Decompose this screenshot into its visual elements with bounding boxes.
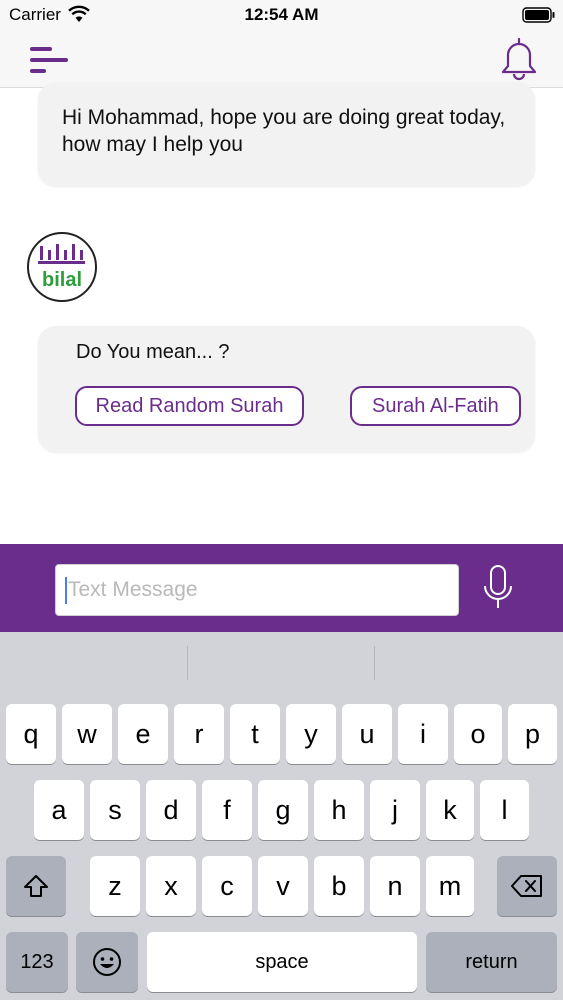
key-s[interactable]: s bbox=[90, 780, 140, 840]
key-z[interactable]: z bbox=[90, 856, 140, 916]
navigation-bar bbox=[0, 32, 563, 88]
key-a[interactable]: a bbox=[34, 780, 84, 840]
chat-area[interactable]: Hi Mohammad, hope you are doing great to… bbox=[0, 82, 563, 544]
key-b[interactable]: b bbox=[314, 856, 364, 916]
menu-button[interactable] bbox=[28, 40, 72, 80]
keyboard: q w e r t y u i o p a s d f g h j k l z … bbox=[0, 632, 563, 1000]
key-q[interactable]: q bbox=[6, 704, 56, 764]
key-c[interactable]: c bbox=[202, 856, 252, 916]
message-field[interactable] bbox=[55, 564, 459, 616]
bot-message-bubble: Hi Mohammad, hope you are doing great to… bbox=[38, 82, 535, 186]
predictive-bar bbox=[0, 632, 563, 696]
key-v[interactable]: v bbox=[258, 856, 308, 916]
microphone-button[interactable] bbox=[480, 562, 516, 616]
return-key[interactable]: return bbox=[426, 932, 557, 992]
bot-avatar: bilal bbox=[27, 232, 97, 302]
notifications-button[interactable] bbox=[498, 36, 540, 82]
key-w[interactable]: w bbox=[62, 704, 112, 764]
message-composer bbox=[0, 544, 563, 632]
suggestion-chips[interactable]: Read Random Surah Surah Al-Fatih bbox=[75, 386, 522, 430]
predict-divider bbox=[374, 646, 375, 680]
key-m[interactable]: m bbox=[426, 856, 474, 916]
key-e[interactable]: e bbox=[118, 704, 168, 764]
key-p[interactable]: p bbox=[508, 704, 557, 764]
emoji-key[interactable] bbox=[76, 932, 138, 992]
suggestion-chip-random-surah[interactable]: Read Random Surah bbox=[75, 386, 304, 426]
key-u[interactable]: u bbox=[342, 704, 392, 764]
suggestion-bubble: Do You mean... ? Read Random Surah Surah… bbox=[38, 326, 535, 452]
suggestion-prompt: Do You mean... ? bbox=[76, 341, 230, 363]
numbers-key[interactable]: 123 bbox=[6, 932, 68, 992]
shift-key[interactable] bbox=[6, 856, 66, 916]
suggestion-chip-al-fatiha[interactable]: Surah Al-Fatih bbox=[350, 386, 521, 426]
status-bar: Carrier 12:54 AM bbox=[0, 0, 563, 32]
key-h[interactable]: h bbox=[314, 780, 364, 840]
key-r[interactable]: r bbox=[174, 704, 224, 764]
key-k[interactable]: k bbox=[426, 780, 474, 840]
space-key[interactable]: space bbox=[147, 932, 417, 992]
backspace-key[interactable] bbox=[497, 856, 557, 916]
key-d[interactable]: d bbox=[146, 780, 196, 840]
clock: 12:54 AM bbox=[244, 5, 319, 24]
key-x[interactable]: x bbox=[146, 856, 196, 916]
key-y[interactable]: y bbox=[286, 704, 336, 764]
microphone-icon bbox=[484, 565, 512, 608]
key-l[interactable]: l bbox=[480, 780, 529, 840]
message-input[interactable] bbox=[68, 565, 448, 615]
key-f[interactable]: f bbox=[202, 780, 252, 840]
bot-message-text: Hi Mohammad, hope you are doing great to… bbox=[62, 106, 506, 156]
key-o[interactable]: o bbox=[454, 704, 502, 764]
key-t[interactable]: t bbox=[230, 704, 280, 764]
key-i[interactable]: i bbox=[398, 704, 448, 764]
bell-icon bbox=[501, 37, 537, 81]
avatar-logo-text: bilal bbox=[42, 269, 82, 291]
key-n[interactable]: n bbox=[370, 856, 420, 916]
battery-icon bbox=[522, 7, 556, 28]
shift-icon bbox=[24, 875, 48, 897]
bilal-logo-icon: bilal bbox=[38, 244, 85, 291]
predict-divider bbox=[187, 646, 188, 680]
backspace-icon bbox=[511, 875, 542, 897]
text-cursor bbox=[65, 577, 67, 604]
key-j[interactable]: j bbox=[370, 780, 420, 840]
emoji-icon bbox=[93, 948, 121, 976]
menu-icon bbox=[30, 47, 68, 73]
key-g[interactable]: g bbox=[258, 780, 308, 840]
